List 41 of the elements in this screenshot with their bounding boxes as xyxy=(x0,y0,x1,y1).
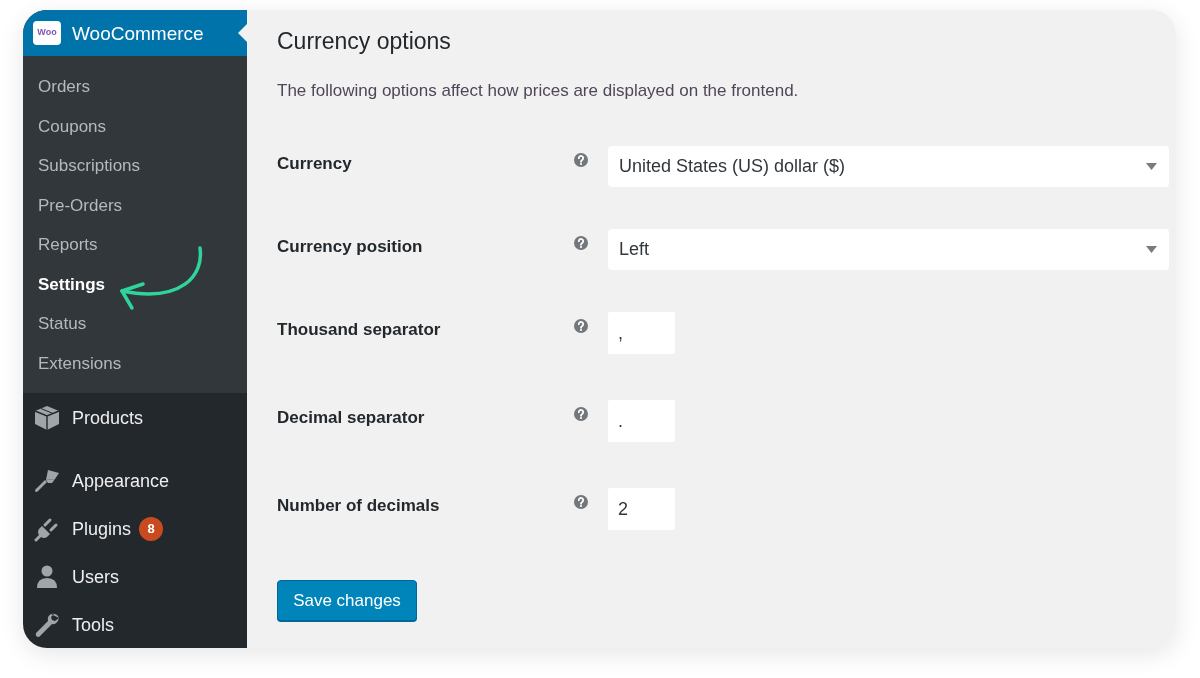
menu-item[interactable]: Users xyxy=(23,553,247,601)
help-icon[interactable] xyxy=(574,407,588,421)
section-title: Currency options xyxy=(277,27,451,56)
help-icon[interactable] xyxy=(574,319,588,333)
wrench-icon xyxy=(34,612,60,638)
plug-icon xyxy=(34,516,60,542)
text-input[interactable]: , xyxy=(608,312,675,354)
save-changes-button[interactable]: Save changes xyxy=(277,580,417,621)
select-field[interactable]: United States (US) dollar ($) xyxy=(608,146,1169,187)
menu-item[interactable]: Appearance xyxy=(23,457,247,505)
menu-item[interactable]: Woo WooCommerce xyxy=(23,10,247,56)
field-label: Number of decimals xyxy=(277,495,440,517)
help-icon[interactable] xyxy=(574,153,588,167)
dropdown-caret-icon xyxy=(1146,163,1157,170)
notification-badge: 8 xyxy=(139,517,164,541)
submenu-item[interactable]: Extensions xyxy=(23,343,247,383)
menu-item[interactable]: Tools xyxy=(23,601,247,648)
woocommerce-logo: Woo xyxy=(33,21,61,45)
submenu-item[interactable]: Pre-Orders xyxy=(23,185,247,225)
submenu-item[interactable]: Orders xyxy=(23,67,247,107)
menu-item[interactable]: Products xyxy=(23,393,247,443)
submenu-item[interactable]: Status xyxy=(23,304,247,344)
field-label: Currency xyxy=(277,153,352,175)
menu-item[interactable]: Plugins 8 xyxy=(23,505,247,553)
dropdown-caret-icon xyxy=(1146,246,1157,253)
field-label: Currency position xyxy=(277,236,423,258)
submenu-item[interactable]: Settings xyxy=(23,264,247,304)
paintbrush-icon xyxy=(34,468,60,494)
submenu-item[interactable]: Subscriptions xyxy=(23,146,247,186)
select-field[interactable]: Left xyxy=(608,229,1169,270)
submenu-item[interactable]: Reports xyxy=(23,225,247,265)
help-icon[interactable] xyxy=(574,236,588,250)
text-input[interactable]: 2 xyxy=(608,488,675,530)
box-icon xyxy=(34,405,60,431)
text-input[interactable]: . xyxy=(608,400,675,442)
submenu-item[interactable]: Coupons xyxy=(23,106,247,146)
field-label: Thousand separator xyxy=(277,319,441,341)
help-icon[interactable] xyxy=(574,495,588,509)
field-label: Decimal separator xyxy=(277,407,425,429)
user-icon xyxy=(34,564,60,590)
section-description: The following options affect how prices are displayed on the frontend. xyxy=(277,80,799,102)
